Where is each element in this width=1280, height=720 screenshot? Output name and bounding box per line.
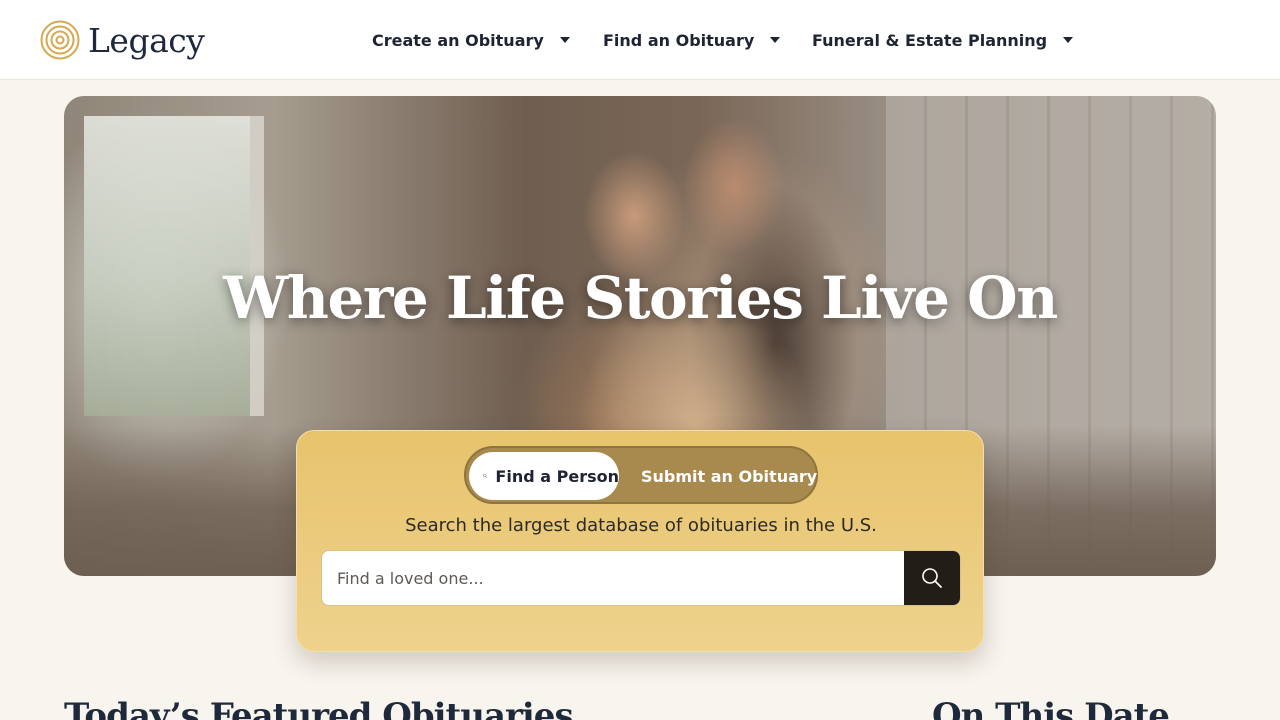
search-icon <box>922 568 942 588</box>
tab-label: Submit an Obituary <box>641 466 818 486</box>
nav-item-find-obituary[interactable]: Find an Obituary <box>603 30 781 50</box>
search-input[interactable] <box>322 551 906 605</box>
search-tagline: Search the largest database of obituarie… <box>405 515 877 536</box>
search-box <box>321 550 961 606</box>
nav-item-create-obituary[interactable]: Create an Obituary <box>372 31 570 50</box>
tab-submit-an-obituary[interactable]: Submit an Obituary <box>631 452 818 500</box>
nav-item-label: Find an Obituary <box>603 30 755 50</box>
caret-down-icon <box>559 37 570 43</box>
main-nav-2: Find an Obituary <box>603 0 781 80</box>
nav-item-funeral-estate-planning[interactable]: Funeral & Estate Planning <box>812 30 1074 50</box>
search-button[interactable] <box>904 551 960 605</box>
tab-find-a-person[interactable]: Find a Person <box>469 452 619 500</box>
site-header: Legacy Create an Obituary Find an Obitua… <box>0 0 1280 80</box>
caret-down-icon <box>770 37 781 43</box>
nav-item-label: Funeral & Estate Planning <box>812 30 1048 50</box>
search-mode-toggle: Find a Person Submit an Obituary <box>464 446 818 504</box>
legacy-logo[interactable]: Legacy <box>40 18 205 62</box>
tab-label: Find a Person <box>495 466 619 486</box>
search-card: Find a Person Submit an Obituary Search … <box>296 430 984 652</box>
featured-obituaries-title: Today’s Featured Obituaries <box>64 696 574 720</box>
main-nav-3: Funeral & Estate Planning <box>812 0 1074 80</box>
logo-wordmark: Legacy <box>88 20 205 60</box>
search-icon <box>483 474 488 478</box>
hero-title: Where Life Stories Live On <box>223 264 1058 332</box>
nav-item-label: Create an Obituary <box>372 30 544 50</box>
caret-down-icon <box>1063 37 1074 43</box>
main-nav: Create an Obituary <box>372 0 570 80</box>
logo-rings-icon <box>40 20 80 60</box>
on-this-date-title: On This Date <box>932 696 1170 720</box>
